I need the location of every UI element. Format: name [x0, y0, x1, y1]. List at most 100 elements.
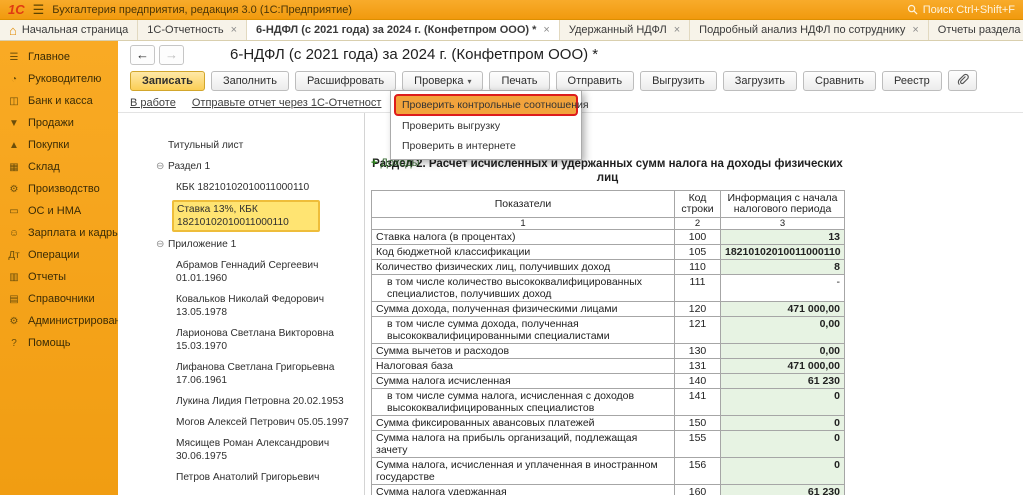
sales-icon: ▼ [9, 117, 19, 129]
sidebar-item[interactable]: Дт Операции [0, 244, 118, 266]
gear-icon: ⚙ [9, 315, 19, 327]
main-menu-icon[interactable]: ☰ [33, 2, 45, 18]
tree-node-label: Лукина Лидия Петровна 20.02.1953 [176, 396, 344, 407]
sidebar-item-label: Справочники [28, 293, 95, 305]
table-row: Сумма фиксированных авансовых платежей 1… [371, 415, 845, 431]
row-value[interactable]: 471 000,00 [720, 301, 845, 317]
row-value[interactable]: 13 [720, 229, 845, 245]
row-value[interactable]: 61 230 [720, 484, 845, 495]
row-value[interactable]: - [720, 274, 845, 302]
tab-label: Удержанный НДФЛ [568, 24, 667, 36]
tab[interactable]: ⌂ Удержанный НДФЛ × [560, 20, 691, 40]
tab-label: Подробный анализ НДФЛ по сотруднику [699, 24, 906, 36]
tab[interactable]: ⌂ 1С-Отчетность × [138, 20, 248, 40]
sidebar-item[interactable]: ◔ Руководителю [0, 68, 118, 90]
tree-node[interactable]: ⊖ Ларионова Светлана Викторовна 15.03.19… [156, 327, 362, 353]
tree-node[interactable]: ⊖ Мясищев Роман Александрович 30.06.1975 [156, 437, 362, 463]
sidebar-item[interactable]: ▼ Продажи [0, 112, 118, 134]
tree-node-label: Раздел 1 [168, 161, 211, 172]
people-icon: ☺ [8, 227, 20, 239]
table-row: Код бюджетной классификации 105 18210102… [371, 244, 845, 260]
global-search[interactable]: Поиск Ctrl+Shift+F [907, 4, 1015, 16]
menu-item[interactable]: Проверить в интернете [394, 136, 578, 156]
tree-node[interactable]: ⊖ Приложение 1 [156, 238, 362, 251]
tab-close-icon[interactable]: × [674, 24, 680, 36]
toolbar-button-label: Печать [501, 74, 538, 87]
operations-icon: Дт [8, 249, 20, 261]
toolbar-button[interactable]: Заполнить▾ [210, 70, 289, 91]
row-value[interactable]: 0 [720, 457, 845, 485]
table-row: Сумма налога исчисленная 140 61 230 [371, 373, 845, 389]
sidebar-item[interactable]: ⚙ Администрирование [0, 310, 133, 332]
tree-node[interactable]: ⊖ Могов Алексей Петрович 05.05.1997 [156, 416, 362, 429]
tab[interactable]: ⌂ Начальная страница × [0, 20, 139, 40]
sidebar-item[interactable]: ? Помощь [0, 332, 118, 354]
sidebar-item[interactable]: ▥ Отчеты [0, 266, 118, 288]
tab-close-icon[interactable]: × [912, 24, 918, 36]
collapse-icon[interactable]: ⊖ [156, 238, 164, 251]
menu-item[interactable]: Проверить выгрузку [394, 116, 578, 136]
tree-node[interactable]: ⊖ Титульный лист [156, 139, 362, 152]
tree-node[interactable]: ⊖ Петров Анатолий Григорьевич [156, 471, 362, 484]
tab[interactable]: ⌂ Отчеты раздела "Зарплата" × [929, 20, 1023, 40]
row-value[interactable]: 471 000,00 [720, 358, 845, 374]
sidebar-item-label: Банк и касса [28, 95, 93, 107]
row-indicator: Сумма дохода, полученная физическими лиц… [371, 301, 675, 317]
row-value[interactable]: 0 [720, 388, 845, 416]
row-indicator: Сумма налога, исчисленная и уплаченная в… [371, 457, 675, 485]
tree-node[interactable]: ⊖ Лукина Лидия Петровна 20.02.1953 [156, 395, 362, 408]
tab[interactable]: ⌂ 6-НДФЛ (с 2021 года) за 2024 г. (Конфе… [247, 20, 560, 40]
sidebar-item[interactable]: ▦ Склад [0, 156, 118, 178]
tab[interactable]: ⌂ Подробный анализ НДФЛ по сотруднику × [690, 20, 929, 40]
table-row: Сумма дохода, полученная физическими лиц… [371, 301, 845, 317]
attach-button[interactable] [947, 70, 977, 91]
toolbar-button[interactable]: Проверка ▾ [402, 70, 484, 91]
row-value[interactable]: 0,00 [720, 343, 845, 359]
tree-node[interactable]: ⊖ Ковальков Николай Федорович 13.05.1978 [156, 293, 362, 319]
sidebar-item[interactable]: ◫ Банк и касса [0, 90, 118, 112]
toolbar-button[interactable]: Отправить▾ [555, 70, 635, 91]
row-value[interactable]: 0 [720, 415, 845, 431]
toolbar-button[interactable]: Расшифровать▾ [294, 70, 397, 91]
tree-node[interactable]: ⊖ Раздел 1 [156, 160, 362, 173]
sidebar-item[interactable]: ☺ Зарплата и кадры [0, 222, 121, 244]
sidebar-item[interactable]: ▤ Справочники [0, 288, 118, 310]
toolbar-button[interactable]: Сравнить▾ [803, 70, 877, 91]
row-code: 150 [674, 415, 721, 431]
forward-button[interactable]: → [159, 44, 184, 65]
row-value[interactable]: 8 [720, 259, 845, 275]
page-title: 6-НДФЛ (с 2021 года) за 2024 г. (Конфетп… [230, 46, 599, 63]
toolbar-button[interactable]: Выгрузить▾ [640, 70, 717, 91]
tab-close-icon[interactable]: × [231, 24, 237, 36]
toolbar-button[interactable]: Печать▾ [489, 70, 550, 91]
col-header-code: Код строки [674, 190, 721, 218]
collapse-icon[interactable]: ⊖ [156, 160, 164, 173]
sidebar-item[interactable]: ⚙ Производство [0, 178, 118, 200]
row-value[interactable]: 61 230 [720, 373, 845, 389]
row-indicator: в том числе сумма налога, исчисленная с … [371, 388, 675, 416]
row-value[interactable]: 0 [720, 430, 845, 458]
sidebar-item[interactable]: ▲ Покупки [0, 134, 118, 156]
table-row: Количество физических лиц, получивших до… [371, 259, 845, 275]
toolbar-button[interactable]: Записать▾ [130, 70, 205, 91]
row-value[interactable]: 18210102010011000110 [720, 244, 845, 260]
tree-node[interactable]: ⊖ Ставка 13%, КБК 18210102010011000110 [156, 200, 362, 232]
tab-label: 1С-Отчетность [147, 24, 224, 36]
sidebar-item[interactable]: ▭ ОС и НМА [0, 200, 118, 222]
table-row: Сумма налога на прибыль организаций, под… [371, 430, 845, 458]
tree-node[interactable]: ⊖ Лифанова Светлана Григорьевна 17.06.19… [156, 361, 362, 387]
tab-close-icon[interactable]: × [543, 24, 549, 36]
toolbar-button[interactable]: Загрузить▾ [722, 70, 798, 91]
sidebar-item-label: Зарплата и кадры [28, 227, 121, 239]
menu-item[interactable]: Проверить контрольные соотношения [394, 94, 589, 116]
back-button[interactable]: ← [130, 44, 155, 65]
row-value[interactable]: 0,00 [720, 316, 845, 344]
purchases-icon: ▲ [9, 139, 19, 151]
toolbar-button[interactable]: Реестр▾ [882, 70, 942, 91]
send-report-link[interactable]: Отправьте отчет через 1С-Отчетност [192, 97, 382, 109]
tree-node[interactable]: ⊖ Абрамов Геннадий Сергеевич 01.01.1960 [156, 259, 362, 285]
toolbar-button-label: Отправить [567, 74, 623, 87]
sidebar-item[interactable]: ☰ Главное [0, 46, 118, 68]
report-status-link[interactable]: В работе [130, 97, 176, 109]
tree-node[interactable]: ⊖ КБК 18210102010011000110 [156, 181, 362, 194]
